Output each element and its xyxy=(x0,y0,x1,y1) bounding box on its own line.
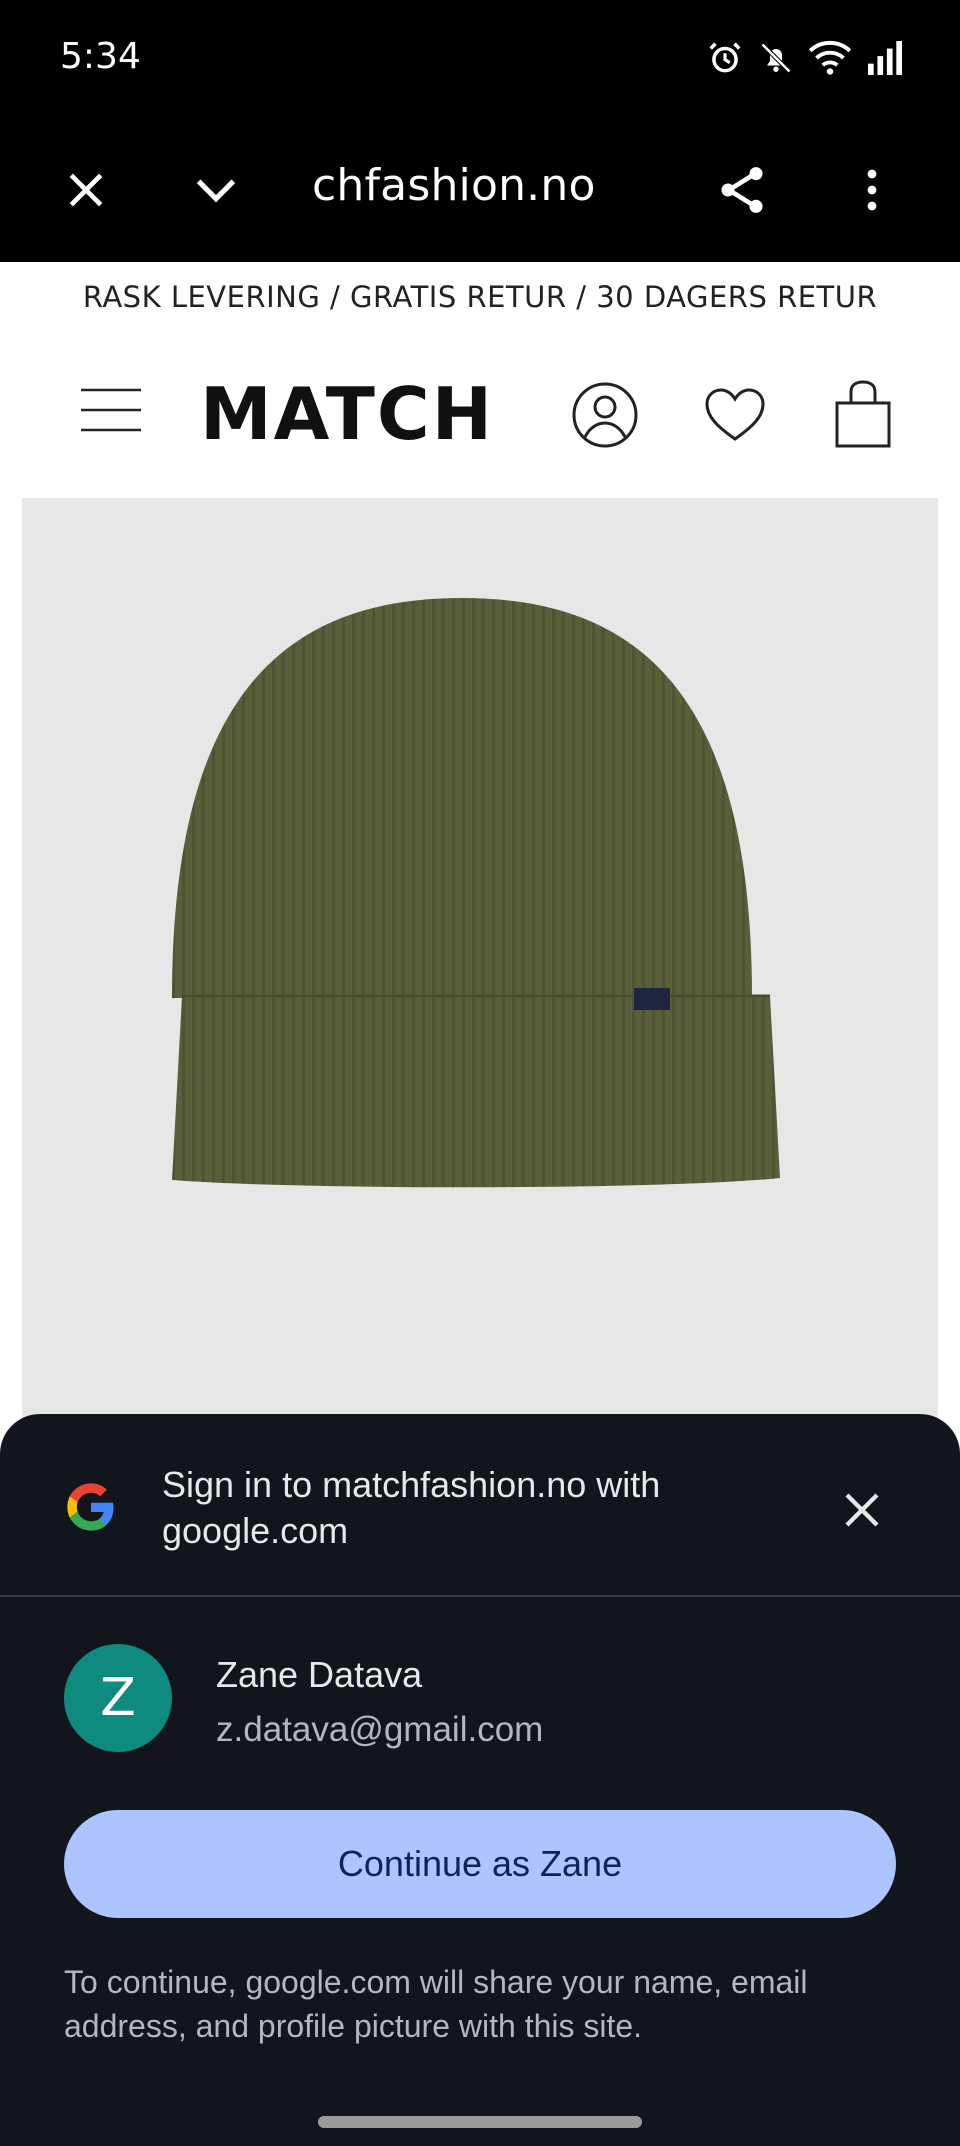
sheet-close-button[interactable] xyxy=(832,1480,892,1540)
minimize-button[interactable] xyxy=(176,150,256,230)
menu-button[interactable] xyxy=(76,374,146,444)
account-icon xyxy=(572,382,638,448)
alarm-icon xyxy=(706,39,744,77)
account-button[interactable] xyxy=(570,380,640,450)
heart-icon xyxy=(705,388,765,441)
site-logo[interactable]: MATCH xyxy=(200,372,494,456)
url-text[interactable]: chfashion.no xyxy=(312,160,596,211)
share-button[interactable] xyxy=(702,150,782,230)
promo-banner: RASK LEVERING / GRATIS RETUR / 30 DAGERS… xyxy=(82,280,878,314)
sheet-header: Sign in to matchfashion.no with google.c… xyxy=(0,1414,960,1596)
home-indicator[interactable] xyxy=(318,2116,642,2128)
status-time: 5:34 xyxy=(60,36,141,77)
status-icons xyxy=(706,38,904,78)
status-bar: 5:34 xyxy=(0,0,960,120)
wishlist-button[interactable] xyxy=(700,380,770,450)
menu-icon xyxy=(81,388,141,432)
close-icon xyxy=(845,1493,879,1527)
account-row[interactable]: Z Zane Datava z.datava@gmail.com xyxy=(0,1644,960,1764)
cart-button[interactable] xyxy=(828,376,898,452)
beanie-image xyxy=(172,598,780,1188)
google-signin-sheet: Sign in to matchfashion.no with google.c… xyxy=(0,1414,960,2146)
more-options-button[interactable] xyxy=(832,150,912,230)
chevron-down-icon xyxy=(196,179,236,203)
site-header: MATCH xyxy=(0,340,960,490)
account-name: Zane Datava xyxy=(216,1654,423,1695)
close-tab-button[interactable] xyxy=(46,150,126,230)
product-image[interactable] xyxy=(22,498,938,1448)
divider xyxy=(0,1595,960,1597)
continue-button[interactable]: Continue as Zane xyxy=(64,1810,896,1918)
close-icon xyxy=(69,173,103,207)
bag-icon xyxy=(835,380,891,448)
signal-icon xyxy=(866,41,904,75)
browser-toolbar: chfashion.no xyxy=(0,120,960,262)
wifi-icon xyxy=(808,40,852,76)
google-logo-icon xyxy=(67,1483,114,1531)
share-icon xyxy=(721,167,763,213)
bell-muted-icon xyxy=(758,40,794,76)
more-vert-icon xyxy=(867,169,877,211)
account-email: z.datava@gmail.com xyxy=(216,1710,544,1749)
sheet-title: Sign in to matchfashion.no with google.c… xyxy=(162,1464,661,1551)
avatar: Z xyxy=(64,1644,172,1752)
disclaimer-text: To continue, google.com will share your … xyxy=(64,1964,808,2044)
